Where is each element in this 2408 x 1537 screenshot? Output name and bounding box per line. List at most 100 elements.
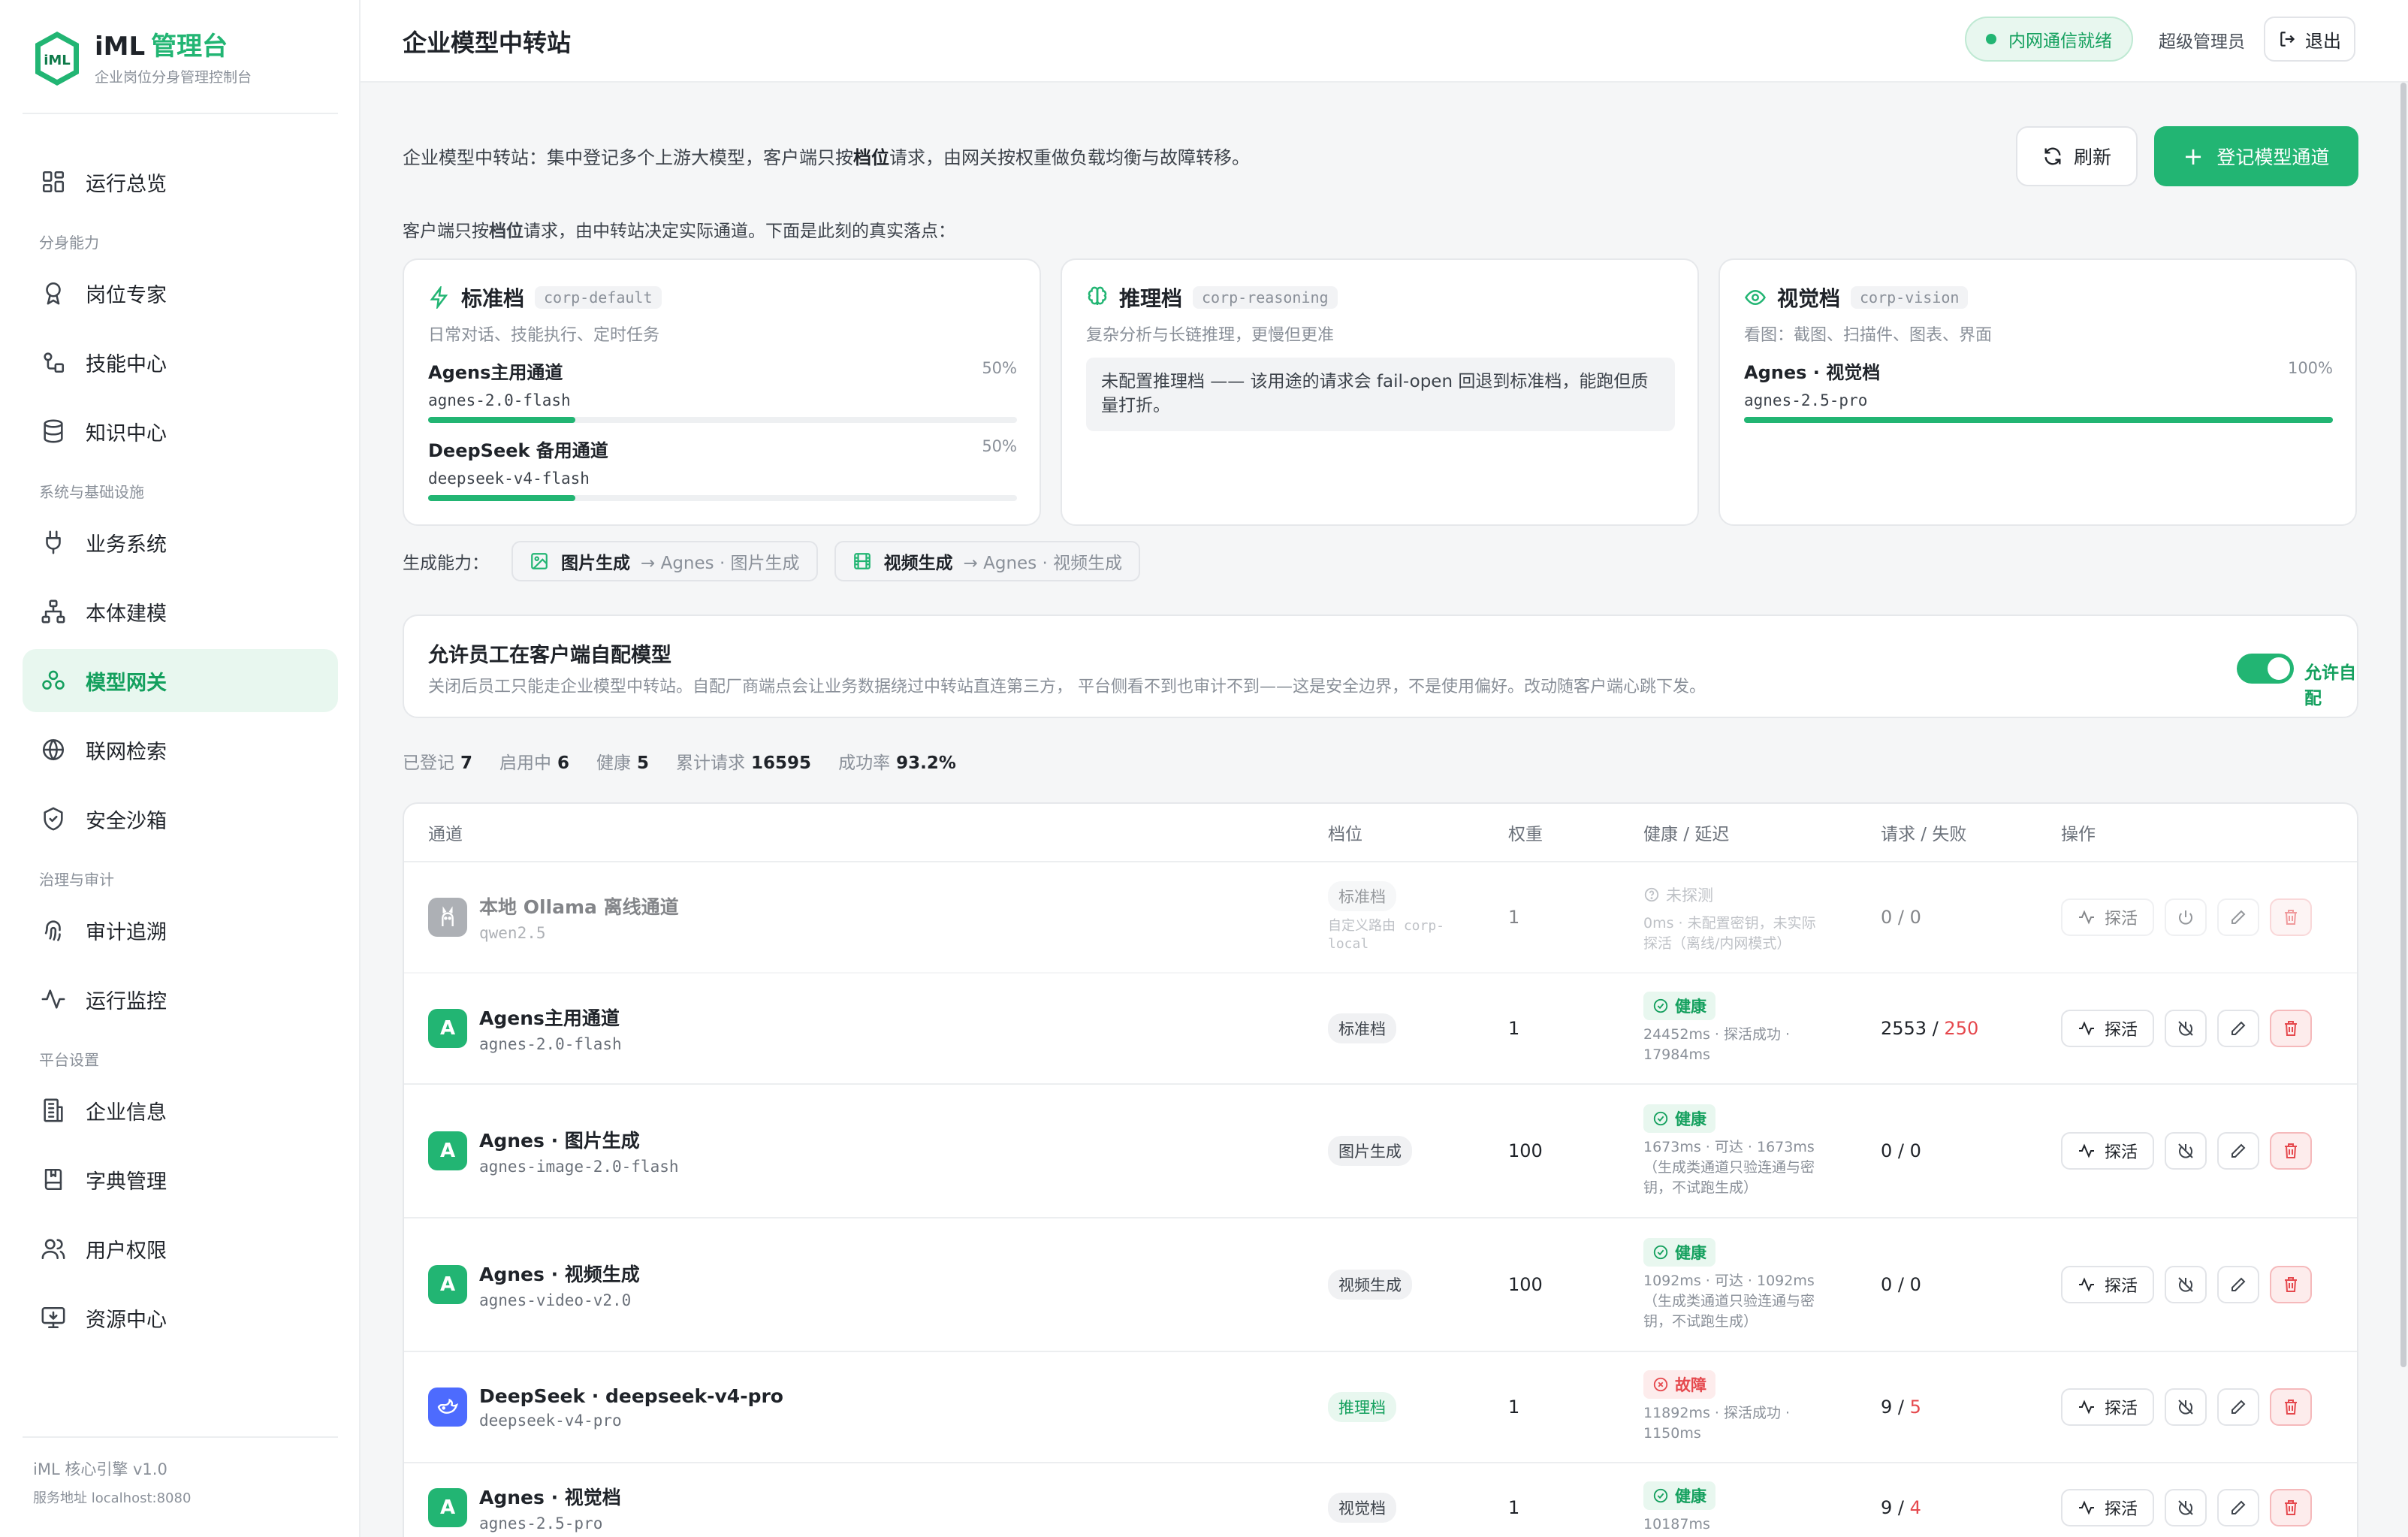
check-circle-icon [1653, 1245, 1668, 1259]
delete-button[interactable] [2270, 1010, 2313, 1047]
edit-button[interactable] [2217, 898, 2260, 936]
col-header-requests: 请求 / 失败 [1881, 825, 1967, 844]
fingerprint-icon [44, 920, 61, 941]
shield-icon [44, 807, 63, 831]
edit-button[interactable] [2217, 1266, 2260, 1303]
health-detail: 0ms · 未配置密钥，未实际探活（离线/内网模式） [1643, 915, 1816, 952]
trash-icon [2285, 1143, 2298, 1158]
sidebar-item[interactable]: 知识中心 [23, 400, 338, 463]
table-row[interactable]: A Agnes · 图片生成 agnes-image-2.0-flash 图片生成 10… [404, 1085, 2357, 1218]
gen-label: 生成能力： [403, 554, 489, 573]
stat-item: 启用中 6 [499, 753, 570, 773]
register-channel-button[interactable]: + 登记模型通道 [2154, 126, 2358, 186]
refresh-button[interactable]: 刷新 [2016, 126, 2138, 186]
disable-button[interactable] [2165, 1010, 2207, 1047]
tier-badge: 图片生成 [1328, 1136, 1412, 1166]
table-row[interactable]: A Agnes · 视频生成 agnes-video-v2.0 视频生成 100 健康 10… [404, 1218, 2357, 1352]
delete-button[interactable] [2270, 1266, 2313, 1303]
sidebar-item-label: 审计追溯 [86, 920, 167, 944]
weight-value: 100 [1508, 1140, 1543, 1161]
health-badge: 健康 [1643, 1104, 1715, 1133]
edit-icon [2231, 910, 2246, 924]
logout-button[interactable]: 退出 [2264, 17, 2355, 62]
probe-button[interactable]: 探活 [2061, 1489, 2155, 1526]
sidebar-item[interactable]: 资源中心 [23, 1286, 338, 1349]
disable-button[interactable] [2165, 1489, 2207, 1526]
current-user[interactable]: 超级管理员 [2159, 27, 2245, 53]
route-name: DeepSeek 备用通道 [428, 440, 608, 461]
intro-text: 企业模型中转站：集中登记多个上游大模型，客户端只按档位请求，由网关按权重做负载均… [403, 147, 1250, 168]
gen-chip-image[interactable]: 图片生成 → Agnes · 图片生成 [511, 541, 818, 581]
sidebar-item[interactable]: 技能中心 [23, 331, 338, 394]
sidebar-item[interactable]: 用户权限 [23, 1217, 338, 1280]
dashboard-icon [42, 171, 65, 193]
probe-button[interactable]: 探活 [2061, 1132, 2155, 1170]
col-header-health: 健康 / 延迟 [1643, 825, 1730, 844]
power-off-icon [2178, 1021, 2193, 1036]
nav-group-label: 系统与基础设施 [39, 483, 144, 501]
edit-icon [2231, 1143, 2246, 1158]
sidebar-item[interactable]: 安全沙箱 [23, 787, 338, 850]
delete-button[interactable] [2270, 1388, 2313, 1426]
power-off-icon [2178, 1400, 2193, 1415]
probe-button[interactable]: 探活 [2061, 1388, 2155, 1426]
gen-chip-video[interactable]: 视频生成 → Agnes · 视频生成 [834, 541, 1141, 581]
sidebar-item[interactable]: 字典管理 [23, 1148, 338, 1211]
allow-self-config-toggle[interactable] [2237, 654, 2294, 684]
col-header-weight: 权重 [1508, 825, 1543, 844]
sidebar-item[interactable]: 岗位专家 [23, 261, 338, 325]
table-row[interactable]: A Agnes · 视觉档 agnes-2.5-pro 视觉档 1 健康 10187ms 9 … [404, 1463, 2357, 1537]
weight-value: 1 [1508, 907, 1520, 928]
x-circle-icon [1653, 1377, 1668, 1392]
sidebar-item[interactable]: 运行监控 [23, 968, 338, 1031]
brand[interactable]: iML iML 管理台 企业岗位分身管理控制台 [33, 30, 252, 87]
delete-button[interactable] [2270, 898, 2313, 936]
tier-name: 标准档 [461, 286, 525, 311]
edit-button[interactable] [2217, 1388, 2260, 1426]
stat-item: 已登记 7 [403, 753, 473, 773]
route-percent: 50% [982, 437, 1017, 455]
image-icon [531, 553, 548, 569]
sidebar-item-label: 企业信息 [86, 1101, 167, 1125]
sidebar-item-label: 技能中心 [86, 352, 167, 376]
disable-button[interactable] [2165, 1132, 2207, 1170]
delete-button[interactable] [2270, 1489, 2313, 1526]
table-row[interactable]: A Agens主用通道 agnes-2.0-flash 标准档 1 健康 24452ms ·… [404, 974, 2357, 1085]
pulse-icon [2079, 1277, 2094, 1292]
monitor-icon [41, 1306, 65, 1329]
probe-button[interactable]: 探活 [2061, 1010, 2155, 1047]
table-row[interactable]: 本地 Ollama 离线通道 qwen2.5 标准档 自定义路由 corp-local… [404, 862, 2357, 974]
sidebar-item[interactable]: 业务系统 [23, 511, 338, 574]
table-row[interactable]: DeepSeek · deepseek-v4-pro deepseek-v4-pr… [404, 1352, 2357, 1463]
route-model: agnes-2.0-flash [428, 391, 571, 409]
weight-value: 100 [1508, 1274, 1543, 1295]
disable-button[interactable] [2165, 1266, 2207, 1303]
disable-button[interactable] [2165, 1388, 2207, 1426]
enable-button[interactable] [2165, 898, 2207, 936]
brand-subtitle: 企业岗位分身管理控制台 [95, 68, 252, 86]
sidebar-item[interactable]: 企业信息 [23, 1079, 338, 1142]
sidebar-item[interactable]: 本体建模 [23, 580, 338, 643]
page-scrollbar[interactable] [2400, 83, 2406, 1367]
tier-desc: 日常对话、技能执行、定时任务 [428, 326, 660, 345]
probe-button[interactable]: 探活 [2061, 898, 2155, 936]
edit-icon [2231, 1400, 2246, 1414]
sidebar-item[interactable]: 审计追溯 [23, 898, 338, 962]
eye-icon [1745, 289, 1766, 306]
probe-button[interactable]: 探活 [2061, 1266, 2155, 1303]
plus-icon: + [2183, 142, 2204, 171]
award-icon [46, 282, 61, 305]
tier-desc: 复杂分析与长链推理，更慢但更准 [1086, 326, 1335, 345]
sidebar-item[interactable]: 运行总览 [23, 150, 338, 213]
col-header-tier: 档位 [1328, 825, 1362, 844]
health-badge: 未探测 [1643, 880, 1722, 909]
channel-name: DeepSeek · deepseek-v4-pro [479, 1385, 783, 1407]
edit-button[interactable] [2217, 1489, 2260, 1526]
service-address: 服务地址 localhost:8080 [33, 1490, 192, 1506]
edit-button[interactable] [2217, 1010, 2260, 1047]
generation-capabilities: 生成能力： 图片生成 → Agnes · 图片生成 视频生成 → Agnes · 视… [403, 541, 1157, 581]
sidebar-item[interactable]: 联网检索 [23, 718, 338, 781]
edit-button[interactable] [2217, 1132, 2260, 1170]
delete-button[interactable] [2270, 1132, 2313, 1170]
sidebar-item[interactable]: 模型网关 [23, 649, 338, 712]
